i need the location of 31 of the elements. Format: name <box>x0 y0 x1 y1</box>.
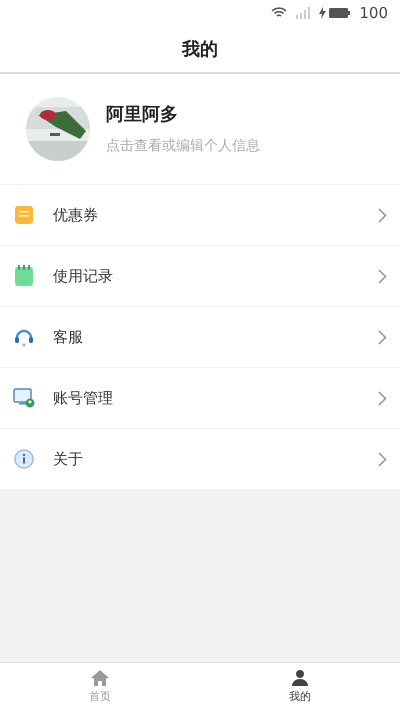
chevron-right-icon <box>378 330 387 344</box>
chevron-right-icon <box>378 268 387 284</box>
menu-label: 客服 <box>53 326 84 348</box>
menu-label: 关于 <box>53 448 84 470</box>
menu-item[interactable]: 关于 <box>0 429 400 489</box>
menu-label: 账号管理 <box>53 388 114 409</box>
menu-item[interactable]: 优惠券 <box>0 185 400 245</box>
chevron-right-icon <box>378 452 387 466</box>
signal-icon <box>295 7 312 19</box>
chevron-right-icon <box>378 390 387 406</box>
profile-card[interactable]: 阿里阿多 点击查看或编辑个人信息 <box>0 74 400 184</box>
tab-bar-item[interactable]: 我的 <box>200 663 400 712</box>
user-icon <box>291 669 309 688</box>
coupon-icon <box>14 205 34 225</box>
battery-icon <box>319 7 352 19</box>
info-icon <box>14 449 34 469</box>
wifi-icon <box>271 7 288 19</box>
page-title: 我的 <box>182 38 218 62</box>
home-icon <box>90 669 110 688</box>
profile-hint: 点击查看或编辑个人信息 <box>106 137 260 156</box>
headset-icon <box>14 327 34 347</box>
chevron-right-icon <box>378 208 387 222</box>
menu-item[interactable]: 使用记录 <box>0 246 400 306</box>
menu-item[interactable]: 客服 <box>0 307 400 367</box>
menu-label: 使用记录 <box>53 266 114 287</box>
battery-level: 100 <box>359 2 388 24</box>
monitor-user-icon <box>13 388 35 408</box>
menu-item[interactable]: 账号管理 <box>0 368 400 428</box>
notebook-icon <box>14 265 34 287</box>
user-name: 阿里阿多 <box>106 103 179 127</box>
menu-label: 优惠券 <box>53 204 99 226</box>
